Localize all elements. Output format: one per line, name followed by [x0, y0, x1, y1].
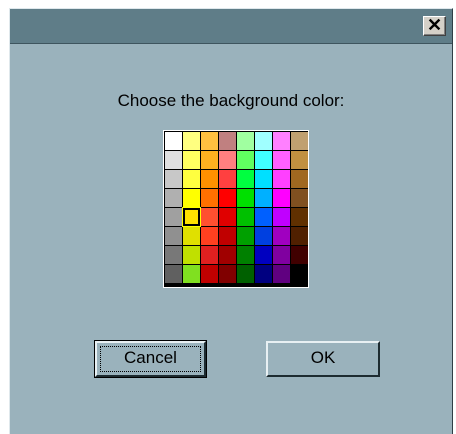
color-swatch[interactable]	[201, 151, 218, 169]
color-swatch[interactable]	[237, 227, 254, 245]
color-swatch[interactable]	[273, 265, 290, 283]
color-swatch[interactable]	[219, 189, 236, 207]
color-swatch[interactable]	[201, 132, 218, 150]
close-button[interactable]: ✕	[423, 16, 446, 36]
color-swatch[interactable]	[165, 208, 182, 226]
color-swatch[interactable]	[219, 170, 236, 188]
color-swatch[interactable]	[255, 132, 272, 150]
color-swatch[interactable]	[183, 189, 200, 207]
color-swatch[interactable]	[165, 151, 182, 169]
color-swatch[interactable]	[237, 132, 254, 150]
color-swatch[interactable]	[201, 265, 218, 283]
color-swatch[interactable]	[183, 227, 200, 245]
color-swatch[interactable]	[201, 246, 218, 264]
color-swatch[interactable]	[237, 246, 254, 264]
color-swatch[interactable]	[201, 189, 218, 207]
color-swatch[interactable]	[291, 132, 308, 150]
color-swatch[interactable]	[255, 170, 272, 188]
color-swatch[interactable]	[273, 227, 290, 245]
color-swatch[interactable]	[183, 246, 200, 264]
color-swatch[interactable]	[183, 265, 200, 283]
color-swatch[interactable]	[165, 246, 182, 264]
color-swatch[interactable]	[201, 227, 218, 245]
ok-button[interactable]: OK	[266, 341, 380, 377]
color-swatch[interactable]	[165, 265, 182, 283]
color-swatch[interactable]	[291, 170, 308, 188]
color-swatch[interactable]	[255, 208, 272, 226]
color-swatch[interactable]	[273, 151, 290, 169]
cancel-button[interactable]: Cancel	[94, 340, 207, 378]
color-swatch[interactable]	[237, 189, 254, 207]
color-swatch[interactable]	[273, 208, 290, 226]
color-swatch[interactable]	[219, 132, 236, 150]
color-swatch[interactable]	[255, 151, 272, 169]
color-swatch[interactable]	[273, 189, 290, 207]
color-swatch[interactable]	[273, 132, 290, 150]
color-swatch[interactable]	[255, 189, 272, 207]
color-swatch[interactable]	[219, 208, 236, 226]
color-swatch[interactable]	[237, 151, 254, 169]
color-swatch[interactable]	[237, 265, 254, 283]
color-swatch[interactable]	[273, 246, 290, 264]
color-swatch[interactable]	[255, 246, 272, 264]
color-swatch[interactable]	[291, 246, 308, 264]
color-swatch[interactable]	[255, 227, 272, 245]
color-swatch[interactable]	[291, 265, 308, 283]
close-icon: ✕	[426, 15, 443, 35]
color-swatch[interactable]	[273, 170, 290, 188]
color-swatch[interactable]	[291, 227, 308, 245]
prompt-label: Choose the background color:	[117, 91, 345, 110]
color-swatch[interactable]	[291, 151, 308, 169]
color-swatch[interactable]	[255, 265, 272, 283]
color-swatch[interactable]	[183, 170, 200, 188]
color-swatch[interactable]	[201, 170, 218, 188]
color-swatch[interactable]	[182, 207, 201, 227]
color-chooser-dialog: ✕ Choose the background color: Cancel OK	[9, 8, 453, 434]
color-swatch[interactable]	[219, 151, 236, 169]
color-swatch[interactable]	[237, 208, 254, 226]
cancel-button-label: Cancel	[124, 348, 177, 367]
ok-button-label: OK	[310, 348, 336, 367]
color-swatch[interactable]	[219, 246, 236, 264]
color-swatch[interactable]	[291, 189, 308, 207]
color-palette-grid	[163, 130, 309, 288]
color-swatch[interactable]	[183, 151, 200, 169]
color-swatch[interactable]	[219, 265, 236, 283]
title-bar: ✕	[10, 9, 452, 44]
color-swatch[interactable]	[291, 208, 308, 226]
color-swatch[interactable]	[165, 227, 182, 245]
color-swatch[interactable]	[165, 170, 182, 188]
color-swatch[interactable]	[237, 170, 254, 188]
color-swatch[interactable]	[165, 189, 182, 207]
color-swatch[interactable]	[165, 132, 182, 150]
color-swatch[interactable]	[183, 132, 200, 150]
color-swatch[interactable]	[219, 227, 236, 245]
color-swatch[interactable]	[201, 208, 218, 226]
